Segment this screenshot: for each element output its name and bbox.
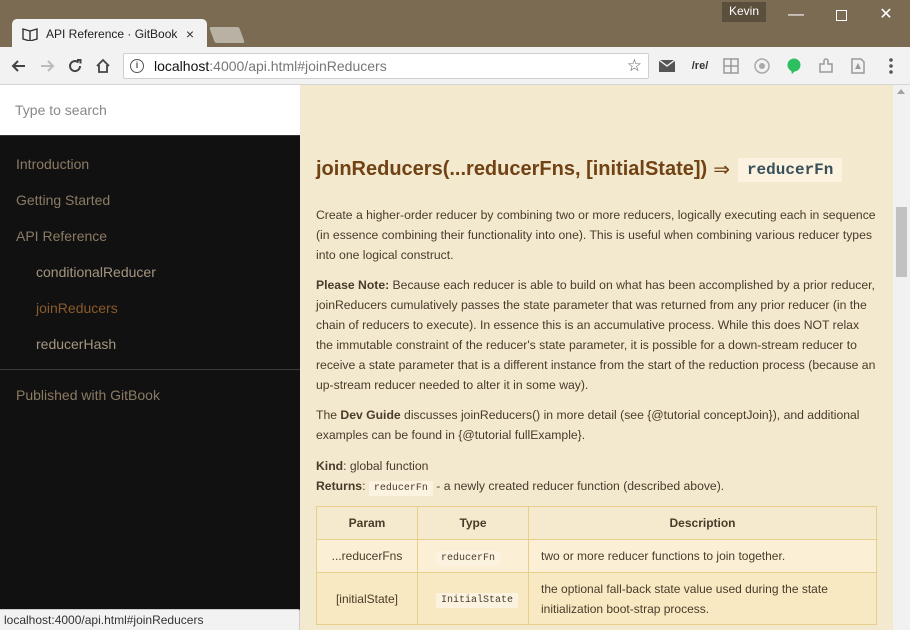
nav-item-getting-started[interactable]: Getting Started (16, 192, 110, 208)
dev-guide-paragraph: The Dev Guide discusses joinReducers() i… (316, 405, 878, 445)
nav-item-conditional-reducer[interactable]: conditionalReducer (36, 264, 156, 280)
back-button[interactable] (8, 55, 30, 77)
evernote-icon[interactable] (784, 56, 804, 76)
param-description: the optional fall-back state value used … (528, 572, 877, 625)
published-with-gitbook-link[interactable]: Published with GitBook (16, 387, 160, 403)
return-type-code: reducerFn (737, 157, 843, 182)
page-content: joinReducers(...reducerFns, [initialStat… (300, 85, 893, 630)
close-window-button[interactable]: ✕ (866, 6, 906, 26)
home-icon (96, 58, 110, 73)
search-box (0, 85, 300, 136)
forward-button[interactable] (36, 55, 58, 77)
title-bar: API Reference · GitBook × Kevin — ✕ (0, 0, 910, 48)
function-signature: joinReducers(...reducerFns, [initialStat… (316, 158, 708, 180)
table-header-description: Description (528, 506, 877, 540)
tab-title: API Reference · GitBook (46, 26, 178, 41)
nav-divider (0, 369, 300, 370)
regex-icon[interactable]: /re/ (688, 56, 712, 76)
returns-arrow: ⇒ (713, 159, 730, 181)
scroll-thumb[interactable] (896, 207, 907, 277)
table-header-type: Type (416, 506, 530, 540)
grid-icon[interactable] (721, 56, 741, 76)
param-name: [initialState] (316, 572, 418, 625)
nav-item-api-reference[interactable]: API Reference (16, 228, 107, 244)
user-profile-badge[interactable]: Kevin (722, 2, 766, 22)
content-scrollbar[interactable] (893, 85, 910, 630)
returns-code: reducerFn (368, 481, 433, 496)
returns-label: Returns (316, 479, 363, 493)
book-sidebar: Introduction Getting Started API Referen… (0, 85, 300, 630)
function-heading: joinReducers(...reducerFns, [initialStat… (316, 157, 843, 182)
param-type: InitialState (416, 572, 530, 625)
returns-line: Returns: reducerFn - a newly created red… (316, 479, 725, 496)
please-note-label: Please Note: (316, 278, 390, 292)
menu-icon[interactable] (881, 56, 901, 76)
back-arrow-icon (11, 60, 25, 72)
please-note-paragraph: Please Note: Because each reducer is abl… (316, 275, 878, 395)
search-input[interactable] (0, 85, 300, 135)
browser-toolbar: i localhost:4000/api.html#joinReducers ☆… (0, 47, 910, 85)
home-button[interactable] (92, 55, 114, 77)
forward-arrow-icon (41, 60, 55, 72)
param-name: ...reducerFns (316, 539, 418, 573)
minimize-button[interactable]: — (776, 6, 816, 26)
scroll-up-arrow-icon[interactable] (897, 89, 905, 94)
browser-tab[interactable]: API Reference · GitBook × (12, 19, 207, 48)
kind-line: Kind: global function (316, 456, 878, 476)
kind-label: Kind (316, 459, 344, 473)
param-description: two or more reducer functions to join to… (528, 539, 877, 573)
tab-close-icon[interactable]: × (183, 26, 197, 42)
maximize-button[interactable] (821, 6, 861, 26)
status-bar-url: localhost:4000/api.html#joinReducers (0, 609, 300, 630)
type-code: InitialState (436, 593, 519, 608)
reload-icon (69, 59, 82, 73)
kind-value: : global function (343, 459, 429, 473)
table-row: [initialState] InitialState the optional… (316, 572, 877, 625)
address-bar[interactable]: i localhost:4000/api.html#joinReducers ☆ (123, 53, 649, 79)
puzzle-icon[interactable] (816, 56, 836, 76)
param-type: reducerFn (416, 539, 530, 573)
target-icon[interactable] (752, 56, 772, 76)
nav-item-introduction[interactable]: Introduction (16, 156, 89, 172)
book-icon (22, 27, 38, 41)
url-path: :4000/api.html#joinReducers (209, 58, 387, 74)
mail-icon[interactable] (657, 56, 677, 76)
new-tab-button[interactable] (209, 27, 245, 43)
info-icon[interactable]: i (130, 59, 144, 73)
please-note-text: Because each reducer is able to build on… (316, 278, 876, 392)
type-code: reducerFn (436, 550, 501, 566)
params-table: Param Type Description ...reducerFns red… (316, 506, 877, 625)
returns-text: - a newly created reducer function (desc… (432, 479, 725, 493)
nav-item-reducer-hash[interactable]: reducerHash (36, 336, 116, 352)
table-row: ...reducerFns reducerFn two or more redu… (316, 539, 877, 573)
maximize-icon (835, 10, 847, 21)
dev-guide-label: Dev Guide (340, 408, 401, 422)
url-host: localhost (154, 58, 210, 74)
dev-guide-prefix: The (316, 408, 341, 422)
description-paragraph: Create a higher-order reducer by combini… (316, 208, 876, 262)
pdf-icon[interactable] (848, 56, 868, 76)
nav-item-join-reducers[interactable]: joinReducers (36, 300, 118, 316)
reload-button[interactable] (64, 55, 86, 77)
table-header-param: Param (316, 506, 418, 540)
bookmark-star-icon[interactable]: ☆ (627, 56, 642, 76)
